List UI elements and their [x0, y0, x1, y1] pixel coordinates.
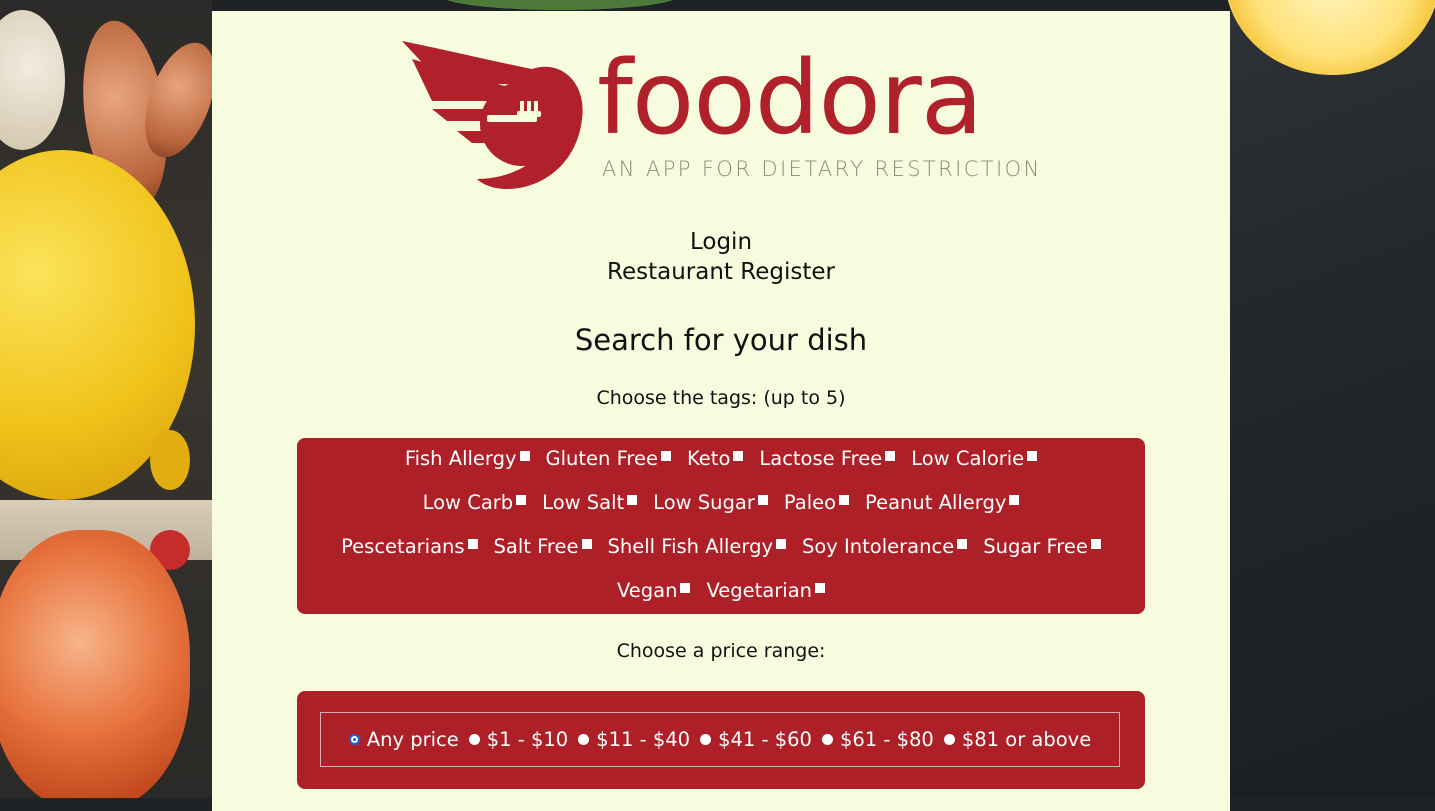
herb-image — [440, 0, 680, 10]
tag-vegetarian[interactable]: Vegetarian — [706, 579, 826, 602]
tag-checkbox[interactable] — [467, 538, 478, 549]
tags-prompt: Choose the tags: (up to 5) — [596, 387, 846, 409]
price-option-label: $11 - $40 — [596, 728, 691, 751]
tag-fish-allergy[interactable]: Fish Allergy — [405, 447, 530, 470]
price-option-any[interactable]: Any price — [348, 728, 459, 751]
tag-label: Keto — [686, 447, 731, 470]
tag-soy-intolerance[interactable]: Soy Intolerance — [802, 535, 968, 558]
background-slate — [1230, 0, 1435, 798]
radio-icon[interactable] — [700, 734, 712, 745]
tag-label: Low Sugar — [653, 491, 755, 514]
tag-checkbox[interactable] — [680, 582, 691, 593]
shrimp-image — [0, 530, 190, 798]
price-option-label: Any price — [366, 728, 459, 751]
tag-label: Sugar Free — [983, 535, 1088, 558]
tag-low-salt[interactable]: Low Salt — [542, 491, 638, 514]
tag-label: Vegan — [616, 579, 678, 602]
brand-name: foodora — [597, 39, 983, 158]
radio-icon[interactable] — [578, 734, 590, 745]
tag-label: Fish Allergy — [404, 447, 517, 470]
tag-label: Pescetarians — [341, 535, 465, 558]
tag-checkbox[interactable] — [627, 494, 638, 505]
tag-checkbox[interactable] — [581, 538, 592, 549]
tag-checkbox[interactable] — [776, 538, 786, 549]
tag-checkbox[interactable] — [519, 450, 530, 461]
price-option-41-60[interactable]: $41 - $60 — [700, 728, 812, 751]
brand-tagline: AN APP FOR DIETARY RESTRICTION — [602, 157, 1042, 181]
price-option-label: $81 or above — [961, 728, 1092, 751]
tag-row: Pescetarians Salt Free Shell Fish Allerg… — [297, 535, 1145, 558]
tag-gluten-free[interactable]: Gluten Free — [546, 447, 671, 470]
tag-keto[interactable]: Keto — [686, 447, 744, 470]
login-link[interactable]: Login — [212, 229, 1230, 255]
tag-checkbox[interactable] — [516, 494, 527, 505]
price-option-11-40[interactable]: $11 - $40 — [578, 728, 690, 751]
tag-checkbox[interactable] — [885, 450, 896, 461]
tag-checkbox[interactable] — [957, 538, 968, 549]
tag-paleo[interactable]: Paleo — [783, 491, 850, 514]
tag-label: Low Carb — [422, 491, 514, 514]
tag-row: Fish Allergy Gluten Free Keto Lactose Fr… — [297, 447, 1145, 470]
tag-row: Vegan Vegetarian — [297, 579, 1145, 602]
tag-checkbox[interactable] — [1009, 494, 1020, 505]
tag-checkbox[interactable] — [733, 450, 744, 461]
price-option-label: $41 - $60 — [718, 728, 812, 751]
tag-label: Low Calorie — [911, 447, 1025, 470]
tag-label: Low Salt — [542, 491, 625, 514]
price-range-box: Any price $1 - $10 $11 - $40 $41 - $60 $… — [297, 691, 1145, 789]
tag-label: Gluten Free — [545, 447, 658, 470]
tag-vegan[interactable]: Vegan — [617, 579, 691, 602]
tag-label: Shell Fish Allergy — [607, 535, 773, 558]
price-option-label: $61 - $80 — [839, 728, 934, 751]
tag-low-calorie[interactable]: Low Calorie — [911, 447, 1038, 470]
tag-label: Salt Free — [493, 535, 579, 558]
radio-icon[interactable] — [468, 734, 480, 745]
tag-low-carb[interactable]: Low Carb — [423, 491, 527, 514]
price-option-81-above[interactable]: $81 or above — [943, 728, 1092, 751]
radio-icon[interactable] — [821, 734, 833, 745]
radio-icon[interactable] — [943, 734, 955, 745]
tag-checkbox[interactable] — [757, 494, 768, 505]
price-prompt: Choose a price range: — [616, 640, 826, 662]
search-title: Search for your dish — [574, 323, 868, 357]
tag-row: Low Carb Low Salt Low Sugar Paleo Peanut… — [297, 491, 1145, 514]
tag-checkbox[interactable] — [660, 450, 671, 461]
tag-label: Paleo — [783, 491, 837, 514]
tag-checkbox[interactable] — [815, 582, 826, 593]
price-fieldset: Any price $1 - $10 $11 - $40 $41 - $60 $… — [320, 712, 1120, 767]
tag-peanut-allergy[interactable]: Peanut Allergy — [865, 491, 1020, 514]
tag-label: Lactose Free — [759, 447, 883, 470]
tag-checkbox[interactable] — [1027, 450, 1038, 461]
tag-label: Vegetarian — [706, 579, 813, 602]
lemon-tip-image — [150, 430, 190, 490]
tag-checkbox[interactable] — [839, 494, 850, 505]
price-option-label: $1 - $10 — [486, 728, 569, 751]
restaurant-register-link[interactable]: Restaurant Register — [212, 259, 1230, 285]
price-option-1-10[interactable]: $1 - $10 — [468, 728, 569, 751]
tag-label: Peanut Allergy — [865, 491, 1007, 514]
radio-selected-icon[interactable] — [348, 734, 360, 745]
tag-salt-free[interactable]: Salt Free — [494, 535, 592, 558]
tag-shell-fish-allergy[interactable]: Shell Fish Allergy — [608, 535, 786, 558]
tag-checkbox[interactable] — [1090, 538, 1101, 549]
tag-selection-box: Fish Allergy Gluten Free Keto Lactose Fr… — [297, 438, 1145, 614]
main-panel: foodora AN APP FOR DIETARY RESTRICTION L… — [212, 11, 1230, 811]
price-option-61-80[interactable]: $61 - $80 — [821, 728, 934, 751]
tag-low-sugar[interactable]: Low Sugar — [653, 491, 768, 514]
tag-sugar-free[interactable]: Sugar Free — [983, 535, 1101, 558]
tag-pescetarians[interactable]: Pescetarians — [341, 535, 478, 558]
tag-lactose-free[interactable]: Lactose Free — [759, 447, 896, 470]
tag-label: Soy Intolerance — [802, 535, 955, 558]
